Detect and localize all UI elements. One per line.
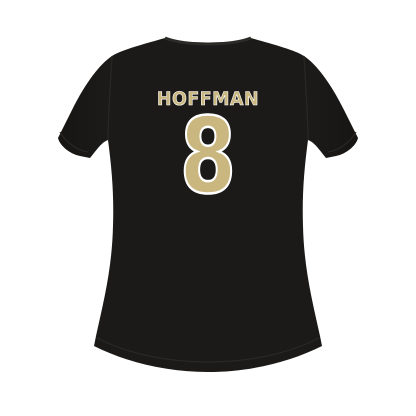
product-image: HOFFMAN 8 xyxy=(0,0,416,416)
collar xyxy=(164,36,252,46)
player-number: 8 xyxy=(179,95,237,217)
